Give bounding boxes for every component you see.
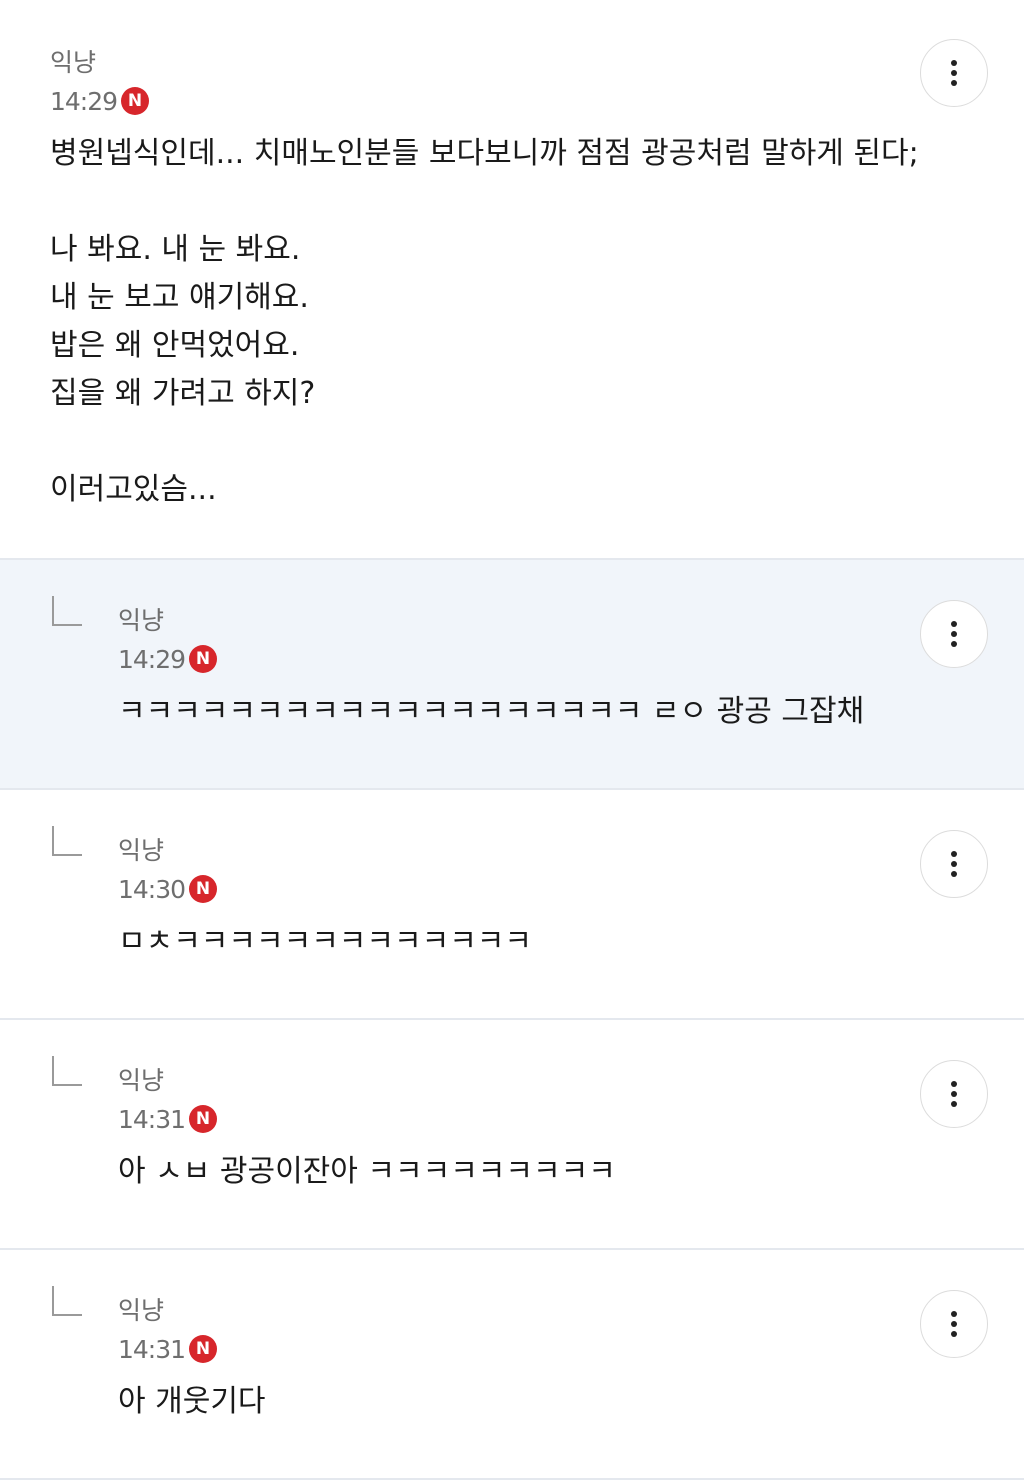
post-author: 익냥 [50, 48, 97, 77]
more-vertical-icon [951, 1311, 957, 1317]
comment-item: 익냥 14:29 N ㅋㅋㅋㅋㅋㅋㅋㅋㅋㅋㅋㅋㅋㅋㅋㅋㅋㅋㅋ ㄹㅇ 광공 그잡채 [0, 560, 1024, 790]
post-line [50, 178, 974, 226]
new-badge-icon: N [189, 1335, 218, 1363]
comment-item: 익냥 14:30 N ㅁㅊㅋㅋㅋㅋㅋㅋㅋㅋㅋㅋㅋㅋㅋ [0, 790, 1024, 1020]
comment-meta: 14:31 N [118, 1334, 904, 1364]
comment-author: 익냥 [118, 836, 165, 865]
post-line: 집을 왜 가려고 하지? [50, 376, 316, 411]
more-vertical-icon [951, 851, 957, 857]
post-time: 14:29 [50, 86, 118, 116]
post: 익냥 14:29 N 병원넵식인데... 치매노인분들 보다보니까 점점 광공처… [0, 0, 1024, 560]
reply-corner-icon [52, 826, 82, 856]
comment-more-button[interactable] [920, 830, 988, 898]
post-line: 병원넵식인데... 치매노인분들 보다보니까 점점 광공처럼 말하게 된다; [50, 136, 919, 171]
comment-text: 아 ㅅㅂ 광공이잔아 ㅋㅋㅋㅋㅋㅋㅋㅋㅋ [118, 1154, 616, 1189]
post-more-button[interactable] [920, 39, 988, 107]
comment-author: 익냥 [118, 1296, 165, 1325]
post-meta: 14:29 N [50, 86, 974, 116]
comment-time: 14:29 [118, 644, 186, 674]
comment-time: 14:31 [118, 1104, 186, 1134]
more-vertical-icon [951, 621, 957, 627]
comment-meta: 14:30 N [118, 874, 904, 904]
comment-author: 익냥 [118, 606, 165, 635]
more-vertical-icon [951, 60, 957, 66]
comment-text: 아 개웃기다 [118, 1384, 266, 1419]
comment-more-button[interactable] [920, 1290, 988, 1358]
more-vertical-icon [951, 1081, 957, 1087]
post-line: 밥은 왜 안먹었어요. [50, 328, 300, 363]
post-line [50, 418, 974, 466]
post-body: 병원넵식인데... 치매노인분들 보다보니까 점점 광공처럼 말하게 된다; 나… [50, 130, 974, 514]
comment-item: 익냥 14:31 N 아 개웃기다 [0, 1250, 1024, 1480]
comment-meta: 14:29 N [118, 644, 904, 674]
new-badge-icon: N [189, 1105, 218, 1133]
comment-more-button[interactable] [920, 1060, 988, 1128]
comment-text: ㅁㅊㅋㅋㅋㅋㅋㅋㅋㅋㅋㅋㅋㅋㅋ [118, 924, 532, 959]
comment-text: ㅋㅋㅋㅋㅋㅋㅋㅋㅋㅋㅋㅋㅋㅋㅋㅋㅋㅋㅋ ㄹㅇ 광공 그잡채 [118, 694, 865, 729]
comment-time: 14:31 [118, 1334, 186, 1364]
comment-item: 익냥 14:31 N 아 ㅅㅂ 광공이잔아 ㅋㅋㅋㅋㅋㅋㅋㅋㅋ [0, 1020, 1024, 1250]
comment-author: 익냥 [118, 1066, 165, 1095]
reply-corner-icon [52, 596, 82, 626]
new-badge-icon: N [121, 87, 150, 115]
comment-more-button[interactable] [920, 600, 988, 668]
new-badge-icon: N [189, 875, 218, 903]
reply-corner-icon [52, 1286, 82, 1316]
post-line: 나 봐요. 내 눈 봐요. [50, 232, 301, 267]
post-line: 이러고있슴... [50, 472, 217, 507]
new-badge-icon: N [189, 645, 218, 673]
reply-corner-icon [52, 1056, 82, 1086]
comment-time: 14:30 [118, 874, 186, 904]
comment-meta: 14:31 N [118, 1104, 904, 1134]
post-line: 내 눈 보고 얘기해요. [50, 280, 309, 315]
